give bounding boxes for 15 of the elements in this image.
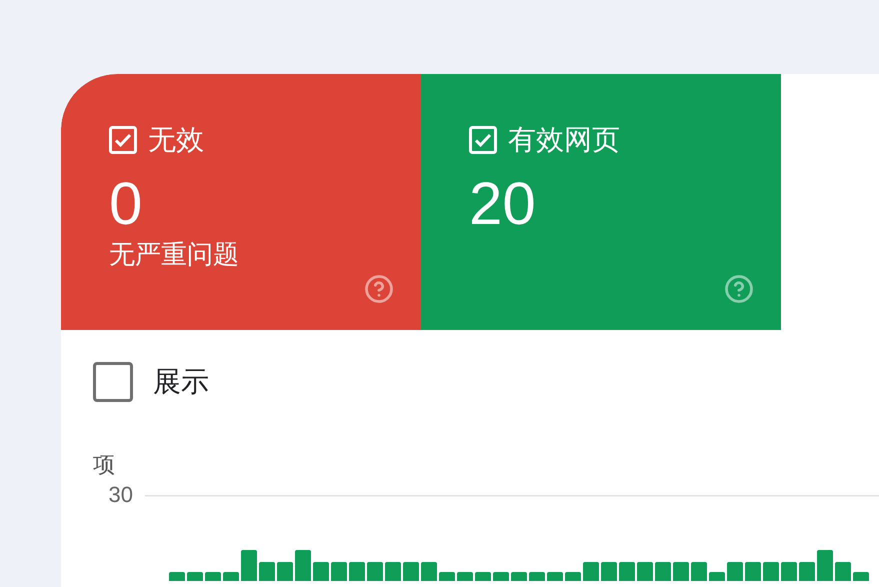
checkbox[interactable] [93,362,133,402]
card-title: 有效网页 [508,124,620,156]
checkbox-icon[interactable] [109,126,137,154]
status-card[interactable]: 有效网页 20 [421,74,781,330]
card-count: 20 [469,172,537,236]
card-count: 0 [109,172,144,236]
status-card[interactable]: 无效 0 无严重问题 [61,74,421,330]
y-axis-label: 项 [92,452,116,478]
checkbox-label: 展示 [153,365,209,399]
y-axis-tick: 30 [108,484,134,509]
card-title: 无效 [148,124,204,156]
card-subtitle: 无严重问题 [109,238,240,270]
checkbox-icon[interactable] [469,126,497,154]
help-icon[interactable] [364,274,394,304]
help-icon[interactable] [724,274,754,304]
